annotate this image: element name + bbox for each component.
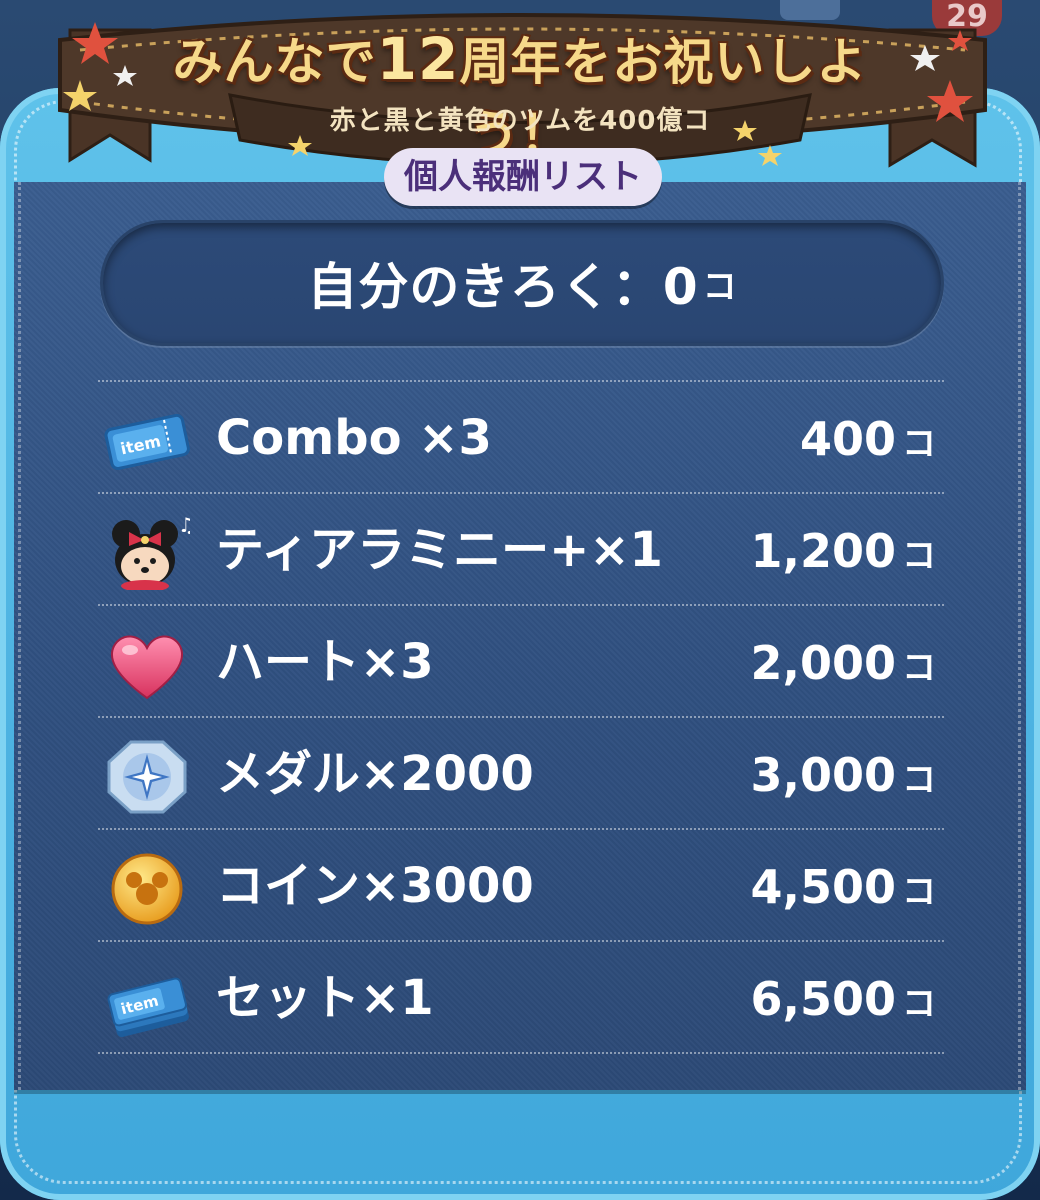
reward-unit: コ [902, 872, 936, 912]
reward-label: コイン×3000 [216, 858, 534, 914]
reward-unit: コ [902, 648, 936, 688]
reward-required-count: 6,500 [750, 972, 896, 1026]
reward-unit: コ [902, 536, 936, 576]
reward-unit: コ [902, 760, 936, 800]
reward-label: メダル×2000 [216, 746, 534, 802]
reward-unit: コ [902, 984, 936, 1024]
reward-required-count: 2,000 [750, 636, 896, 690]
reward-label: セット×1 [216, 970, 434, 1026]
reward-unit: コ [902, 424, 936, 464]
reward-row: item Combo ×3 400 コ [98, 380, 944, 492]
reward-row: コイン×3000 4,500 コ [98, 828, 944, 940]
reward-row: item セット×1 6,500 コ [98, 940, 944, 1054]
reward-row: ♫ ティアラミニー+×1 1,200 コ [98, 492, 944, 604]
my-record-label: 自分のきろく：0 [307, 258, 699, 316]
heart-icon [110, 635, 184, 700]
minnie-tsum-icon: ♫ [112, 516, 190, 590]
medal-icon [107, 740, 187, 814]
banner-title: みんなで12周年をお祝いしよう！ [130, 22, 910, 166]
item-ticket-set-icon: item [107, 977, 189, 1038]
reward-row: メダル×2000 3,000 コ [98, 716, 944, 828]
reward-label: Combo ×3 [216, 410, 492, 466]
my-record-unit: コ [702, 266, 737, 307]
item-ticket-icon: item [104, 413, 190, 471]
panel-stitch-left [18, 182, 21, 1090]
coin-icon [111, 853, 183, 925]
reward-label: ティアラミニー+×1 [216, 522, 663, 578]
anniversary-banner: みんなで12周年をお祝いしよう！ 赤と黒と黄色のツムを400億コ 個人報酬リスト [0, 0, 1040, 220]
reward-required-count: 1,200 [750, 524, 896, 578]
panel-stitch-right [1018, 182, 1021, 1090]
my-record-box: 自分のきろく：0 コ [100, 220, 944, 346]
reward-label: ハート×3 [216, 634, 434, 690]
reward-screen: 29 みんなで12周年をお祝いしよう！ 赤と黒と黄色のツムを400億コ 個人報酬… [0, 0, 1040, 1200]
reward-required-count: 3,000 [750, 748, 896, 802]
banner-title-pre: みんなで [172, 33, 377, 91]
reward-required-count: 400 [799, 412, 896, 466]
reward-list-tag: 個人報酬リスト [384, 148, 662, 206]
reward-required-count: 4,500 [750, 860, 896, 914]
banner-title-post: 周年をお祝いしよう！ [459, 33, 868, 163]
reward-list: item Combo ×3 400 コ ♫ ティアラミニー+×1 1,200 コ… [98, 380, 944, 1054]
reward-row: ハート×3 2,000 コ [98, 604, 944, 716]
svg-text:♫: ♫ [178, 516, 190, 537]
banner-title-number: 12 [376, 25, 460, 93]
banner-subtitle: 赤と黒と黄色のツムを400億コ [329, 106, 711, 136]
